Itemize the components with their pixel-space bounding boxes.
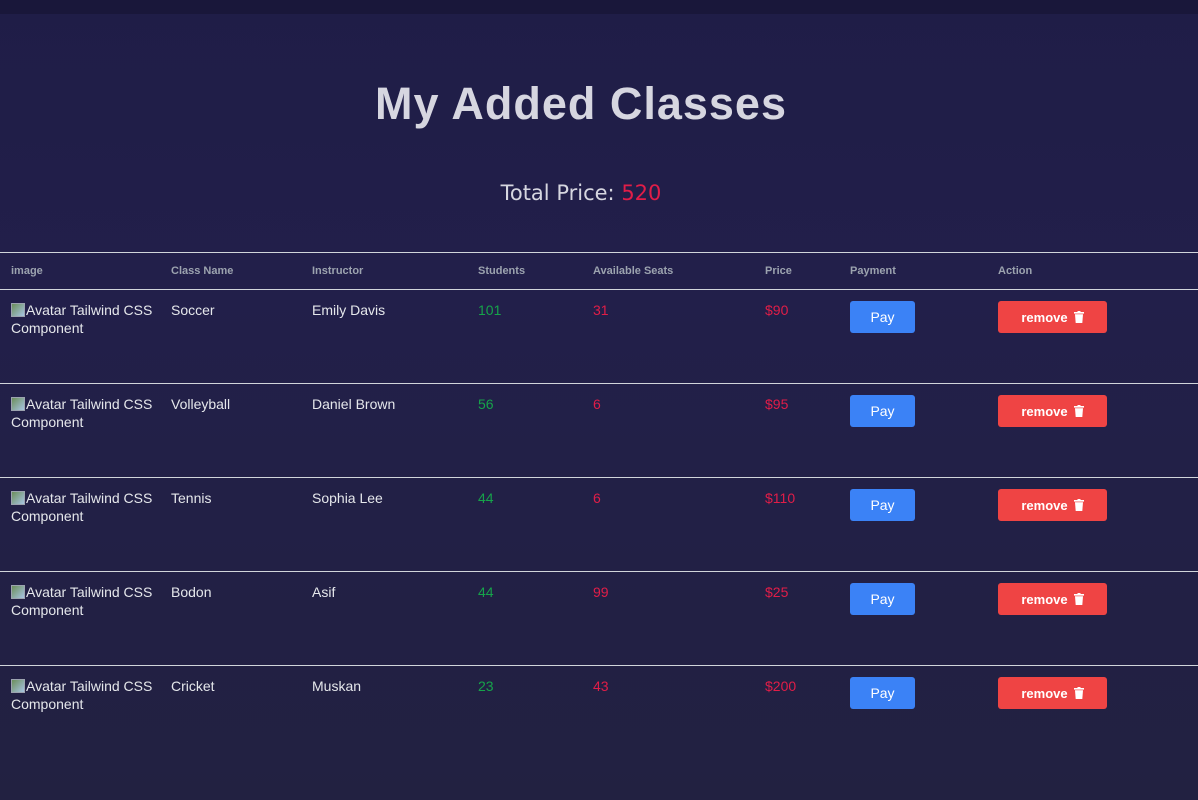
top-nav-bar <box>0 0 1198 14</box>
payment-cell: Pay <box>839 290 987 384</box>
classes-table: image Class Name Instructor Students Ava… <box>0 252 1198 760</box>
broken-image-icon <box>11 303 25 317</box>
class-image-cell: Avatar Tailwind CSS Component <box>0 384 160 478</box>
remove-label: remove <box>1021 403 1068 419</box>
class-image-cell: Avatar Tailwind CSS Component <box>0 572 160 666</box>
class-image: Avatar Tailwind CSS Component <box>11 395 160 431</box>
total-price-label: Total Price: <box>500 181 615 205</box>
price-cell: $25 <box>765 584 789 600</box>
remove-button[interactable]: remove <box>998 677 1107 709</box>
column-header-students: Students <box>478 265 526 277</box>
pay-button[interactable]: Pay <box>850 301 915 333</box>
broken-image-icon <box>11 679 25 693</box>
table-header-row: image Class Name Instructor Students Ava… <box>0 252 1198 290</box>
table-row: Avatar Tailwind CSS Component Bodon Asif… <box>0 572 1198 666</box>
trash-icon <box>1073 310 1084 323</box>
table-row: Avatar Tailwind CSS Component Tennis Sop… <box>0 478 1198 572</box>
available-seats-cell: 6 <box>593 396 601 412</box>
class-image: Avatar Tailwind CSS Component <box>11 489 160 525</box>
payment-cell: Pay <box>839 384 987 478</box>
table-header: image Class Name Instructor Students Ava… <box>0 252 1198 290</box>
remove-button[interactable]: remove <box>998 583 1107 615</box>
remove-label: remove <box>1021 685 1068 701</box>
payment-cell: Pay <box>839 572 987 666</box>
payment-cell: Pay <box>839 666 987 760</box>
class-image-cell: Avatar Tailwind CSS Component <box>0 290 160 384</box>
available-seats-cell: 43 <box>593 678 609 694</box>
trash-icon <box>1073 686 1084 699</box>
class-name-cell: Bodon <box>171 584 212 600</box>
available-seats-cell: 31 <box>593 302 609 318</box>
page-title: My Added Classes <box>375 78 787 129</box>
class-image: Avatar Tailwind CSS Component <box>11 677 160 713</box>
action-cell: remove <box>987 290 1198 384</box>
image-alt-text: Avatar Tailwind CSS Component <box>11 490 153 524</box>
table-row: Avatar Tailwind CSS Component Volleyball… <box>0 384 1198 478</box>
total-price-value: 520 <box>621 181 662 205</box>
instructor-cell: Daniel Brown <box>312 396 396 412</box>
action-cell: remove <box>987 384 1198 478</box>
price-cell: $95 <box>765 396 789 412</box>
payment-cell: Pay <box>839 478 987 572</box>
table-row: Avatar Tailwind CSS Component Soccer Emi… <box>0 290 1198 384</box>
students-cell: 56 <box>478 396 494 412</box>
table-body: Avatar Tailwind CSS Component Soccer Emi… <box>0 290 1198 760</box>
price-cell: $200 <box>765 678 797 694</box>
pay-button[interactable]: Pay <box>850 677 915 709</box>
available-seats-cell: 6 <box>593 490 601 506</box>
price-cell: $90 <box>765 302 789 318</box>
instructor-cell: Sophia Lee <box>312 490 383 506</box>
column-header-instructor: Instructor <box>312 265 364 277</box>
broken-image-icon <box>11 397 25 411</box>
students-cell: 23 <box>478 678 494 694</box>
instructor-cell: Asif <box>312 584 336 600</box>
column-header-available-seats: Available Seats <box>593 265 674 277</box>
broken-image-icon <box>11 585 25 599</box>
remove-label: remove <box>1021 591 1068 607</box>
column-header-payment: Payment <box>850 265 896 277</box>
table-row: Avatar Tailwind CSS Component Cricket Mu… <box>0 666 1198 760</box>
column-header-action: Action <box>998 265 1033 277</box>
students-cell: 44 <box>478 490 494 506</box>
action-cell: remove <box>987 478 1198 572</box>
column-header-image: image <box>11 265 43 277</box>
column-header-class-name: Class Name <box>171 265 234 277</box>
students-cell: 101 <box>478 302 502 318</box>
image-alt-text: Avatar Tailwind CSS Component <box>11 584 153 618</box>
students-cell: 44 <box>478 584 494 600</box>
remove-button[interactable]: remove <box>998 489 1107 521</box>
image-alt-text: Avatar Tailwind CSS Component <box>11 396 153 430</box>
instructor-cell: Emily Davis <box>312 302 386 318</box>
class-name-cell: Tennis <box>171 490 212 506</box>
available-seats-cell: 99 <box>593 584 609 600</box>
class-image-cell: Avatar Tailwind CSS Component <box>0 666 160 760</box>
remove-button[interactable]: remove <box>998 395 1107 427</box>
instructor-cell: Muskan <box>312 678 362 694</box>
class-name-cell: Volleyball <box>171 396 231 412</box>
remove-label: remove <box>1021 497 1068 513</box>
trash-icon <box>1073 592 1084 605</box>
class-name-cell: Soccer <box>171 302 215 318</box>
price-cell: $110 <box>765 490 796 506</box>
pay-button[interactable]: Pay <box>850 583 915 615</box>
image-alt-text: Avatar Tailwind CSS Component <box>11 302 153 336</box>
remove-label: remove <box>1021 309 1068 325</box>
pay-button[interactable]: Pay <box>850 489 915 521</box>
total-price: Total Price: 520 <box>0 181 1162 205</box>
class-image: Avatar Tailwind CSS Component <box>11 583 160 619</box>
class-name-cell: Cricket <box>171 678 215 694</box>
pay-button[interactable]: Pay <box>850 395 915 427</box>
class-image: Avatar Tailwind CSS Component <box>11 301 160 337</box>
remove-button[interactable]: remove <box>998 301 1107 333</box>
trash-icon <box>1073 498 1084 511</box>
action-cell: remove <box>987 572 1198 666</box>
image-alt-text: Avatar Tailwind CSS Component <box>11 678 153 712</box>
action-cell: remove <box>987 666 1198 760</box>
trash-icon <box>1073 404 1084 417</box>
broken-image-icon <box>11 491 25 505</box>
class-image-cell: Avatar Tailwind CSS Component <box>0 478 160 572</box>
column-header-price: Price <box>765 265 792 277</box>
